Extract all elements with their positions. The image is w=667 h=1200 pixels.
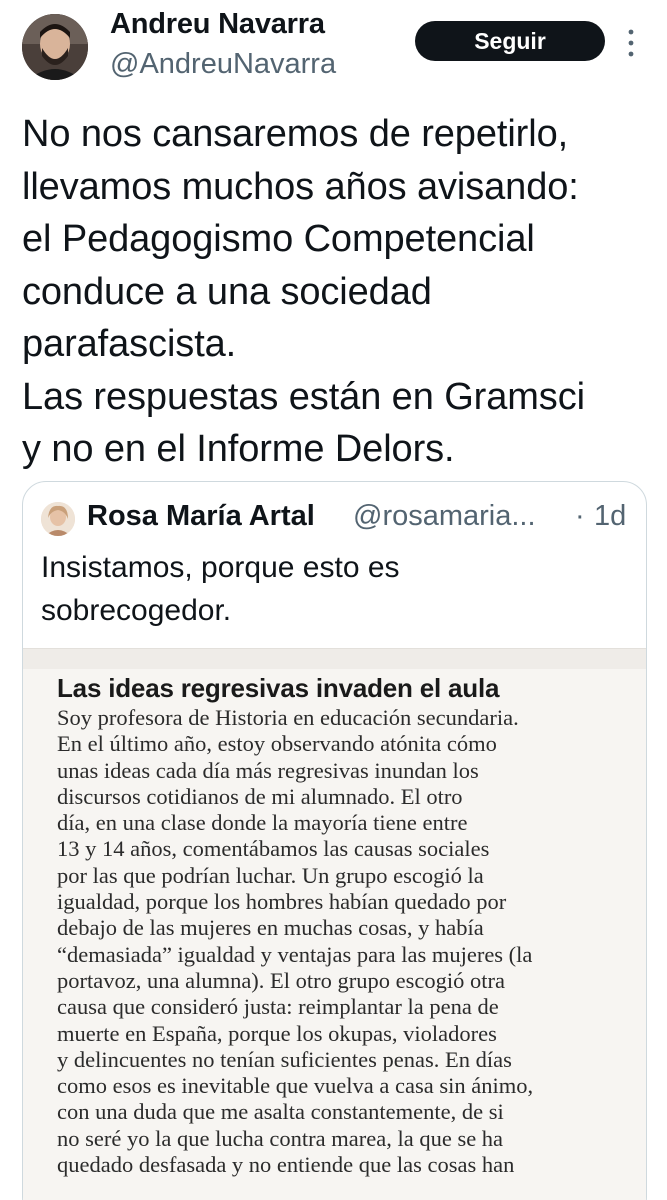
quoted-text-line: sobrecogedor. <box>41 594 232 627</box>
clipping-line: igualdad, porque los hombres habían qued… <box>57 889 507 915</box>
tweet-line: el Pedagogismo Competencial <box>22 218 535 260</box>
clipping-line: “demasiada” igualdad y ventajas para las… <box>57 941 533 967</box>
clipping-top-strip <box>23 649 646 669</box>
follow-button[interactable]: Seguir <box>415 21 605 61</box>
author-avatar-image <box>22 14 88 80</box>
clipping-line: discursos cotidianos de mi alumnado. El … <box>57 783 463 809</box>
clipping-line: causa que consideró justa: reimplantar l… <box>57 994 499 1020</box>
quoted-tweet-card[interactable]: Rosa María Artal @rosamaria... · 1d Insi… <box>22 481 647 1200</box>
clipping-line: no seré yo la que lucha contra marea, la… <box>57 1125 504 1151</box>
clipping-line: En el último año, estoy observando atóni… <box>57 731 497 757</box>
clipping-line: quedado desfasada y no entiende que las … <box>57 1152 515 1178</box>
clipping-line: unas ideas cada día más regresivas inund… <box>57 757 479 783</box>
quoted-timestamp: 1d <box>594 500 627 532</box>
tweet-line: llevamos muchos años avisando: <box>22 165 579 208</box>
quoted-author-handle: @rosamaria... <box>353 500 536 532</box>
clipping-line: día, en una clase donde la mayoría tiene… <box>57 810 468 836</box>
vertical-ellipsis-icon[interactable] <box>624 26 638 60</box>
quoted-separator: · <box>575 500 585 532</box>
newspaper-clipping-image[interactable]: Las ideas regresivas invaden el aula Soy… <box>23 648 646 1200</box>
clipping-line: muerte en España, porque los okupas, vio… <box>57 1020 497 1046</box>
tweet-line: No nos cansaremos de repetirlo, <box>22 113 569 155</box>
author-avatar[interactable] <box>22 14 88 80</box>
author-handle[interactable]: @AndreuNavarra <box>110 48 336 81</box>
clipping-line: y delincuentes no tenían suficientes pen… <box>57 1046 512 1072</box>
clipping-line: Soy profesora de Historia en educación s… <box>57 705 519 730</box>
quoted-avatar-image <box>41 502 75 536</box>
clipping-line: debajo de las mujeres en muchas cosas, y… <box>57 915 484 941</box>
tweet-line: y no en el Informe Delors. <box>22 428 455 470</box>
clipping-line: por las que podrían luchar. Un grupo esc… <box>57 862 484 888</box>
author-name[interactable]: Andreu Navarra <box>110 8 325 41</box>
tweet-body: No nos cansaremos de repetirlo, llevamos… <box>22 108 652 476</box>
quoted-text-line: Insistamos, porque esto es <box>41 551 400 584</box>
clipping-line: 13 y 14 años, comentábamos las causas so… <box>57 836 490 862</box>
clipping-headline: Las ideas regresivas invaden el aula <box>57 673 500 703</box>
clipping-line: con una duda que me asalta constantement… <box>57 1099 504 1125</box>
tweet-line: conduce a una sociedad <box>22 270 432 313</box>
clipping-line: portavoz, una alumna). El otro grupo esc… <box>57 967 505 993</box>
quoted-tweet-text: Insistamos, porque esto es sobrecogedor. <box>41 546 631 632</box>
quoted-author-avatar <box>41 502 75 536</box>
tweet-line: parafascista. <box>22 323 237 365</box>
quoted-author-name: Rosa María Artal <box>87 500 315 532</box>
tweet-header: Andreu Navarra @AndreuNavarra Seguir <box>0 0 667 96</box>
clipping-body: Soy profesora de Historia en educación s… <box>57 705 637 1178</box>
tweet-line: Las respuestas están en Gramsci <box>22 375 585 418</box>
clipping-line: como esos es inevitable que vuelva a cas… <box>57 1073 534 1099</box>
